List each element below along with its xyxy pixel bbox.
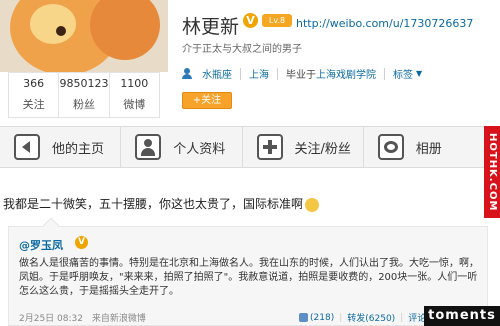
- person-icon: [182, 68, 192, 79]
- watermark-bottom: toments: [424, 306, 500, 326]
- post-body: 我都是二十微笑，五十摆腰，你这也太贵了，国际标准啊: [3, 197, 304, 211]
- home-icon: [14, 134, 40, 160]
- avatar-shape: [30, 4, 76, 44]
- stat-value: 1100: [120, 77, 149, 90]
- tags-link[interactable]: 标签: [393, 66, 413, 81]
- profile-name: 林更新: [182, 16, 240, 38]
- watermark-side: HOTHK.COM: [484, 126, 500, 218]
- repost-meta: 2月25日 08:32 来自新浪微博: [19, 311, 146, 324]
- profile-avatar[interactable]: [0, 0, 168, 72]
- tab-label: 个人资料: [173, 141, 226, 157]
- tab-home[interactable]: 他的主页: [0, 127, 122, 167]
- tab-label: 他的主页: [52, 141, 105, 157]
- city-link[interactable]: 上海: [249, 66, 269, 81]
- school-prefix: 毕业于: [286, 70, 316, 81]
- tab-profile-info[interactable]: 个人资料: [121, 127, 243, 167]
- stat-value: 366: [23, 77, 45, 90]
- stat-label: 微博: [123, 98, 146, 111]
- like-icon[interactable]: [299, 313, 308, 322]
- person-icon: [135, 134, 162, 160]
- post-text: 我都是二十微笑，五十摆腰，你这也太贵了，国际标准啊: [3, 195, 483, 212]
- repost-actions: (218) | 转发(6250) | 评论: [299, 311, 426, 324]
- emoji-icon: [305, 197, 320, 212]
- stat-value: 9850123: [59, 77, 109, 90]
- repost-source[interactable]: 来自新浪微博: [92, 314, 146, 324]
- tab-album[interactable]: 相册: [364, 127, 484, 167]
- verified-icon[interactable]: V: [75, 236, 88, 249]
- like-count[interactable]: (218): [310, 313, 334, 323]
- repost-arrow: [42, 217, 60, 235]
- caret-down-icon[interactable]: ▼: [416, 69, 422, 78]
- profile-meta: 水瓶座 上海 毕业于 上海戏剧学院 标签 ▼: [182, 66, 422, 81]
- repost-box: @罗玉凤 V 做名人是很痛苦的事情。特别是在北京和上海做名人。我在山东的时候，人…: [8, 217, 488, 326]
- stat-label: 关注: [22, 98, 45, 111]
- stat-posts[interactable]: 1100 微博: [108, 73, 159, 117]
- profile-tabs: 他的主页 个人资料 关注/粉丝 相册: [0, 126, 484, 168]
- profile-url-link[interactable]: http://weibo.com/u/1730726637: [296, 17, 473, 30]
- profile-stats: 366 关注 9850123 粉丝 1100 微博: [8, 72, 160, 118]
- stat-followers[interactable]: 9850123 粉丝: [58, 73, 108, 117]
- level-badge[interactable]: Lv.8: [262, 14, 292, 27]
- repost-body: 做名人是很痛苦的事情。特别是在北京和上海做名人。我在山东的时候，人们认出了我。大…: [19, 258, 479, 297]
- tab-label: 相册: [415, 141, 442, 157]
- divider: [384, 67, 385, 80]
- follow-icon: [256, 134, 283, 160]
- divider: [240, 67, 241, 80]
- repost-time-link[interactable]: 2月25日 08:32: [19, 314, 83, 324]
- repost-author-link[interactable]: @罗玉凤: [19, 237, 63, 253]
- verified-icon[interactable]: V: [243, 13, 258, 28]
- school-link[interactable]: 上海戏剧学院: [316, 66, 376, 81]
- tab-follow-fans[interactable]: 关注/粉丝: [243, 127, 364, 167]
- divider: [277, 67, 278, 80]
- divider: |: [339, 312, 343, 323]
- repost-count-link[interactable]: 转发(6250): [347, 311, 395, 324]
- stat-following[interactable]: 366 关注: [9, 73, 58, 117]
- divider: |: [400, 312, 404, 323]
- stat-label: 粉丝: [72, 98, 95, 111]
- avatar-shape: [56, 26, 66, 36]
- follow-button[interactable]: +关注: [182, 92, 232, 109]
- zodiac-link[interactable]: 水瓶座: [202, 66, 232, 81]
- photo-icon: [377, 134, 404, 160]
- tab-label: 关注/粉丝: [294, 141, 351, 157]
- profile-intro: 介于正太与大叔之间的男子: [182, 44, 302, 55]
